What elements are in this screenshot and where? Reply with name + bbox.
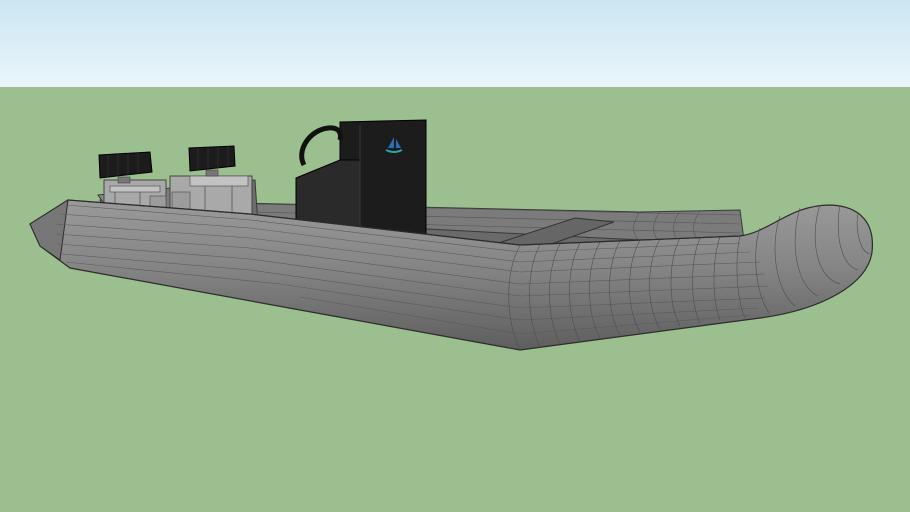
sky: [0, 0, 910, 87]
3d-viewport[interactable]: [0, 0, 910, 512]
